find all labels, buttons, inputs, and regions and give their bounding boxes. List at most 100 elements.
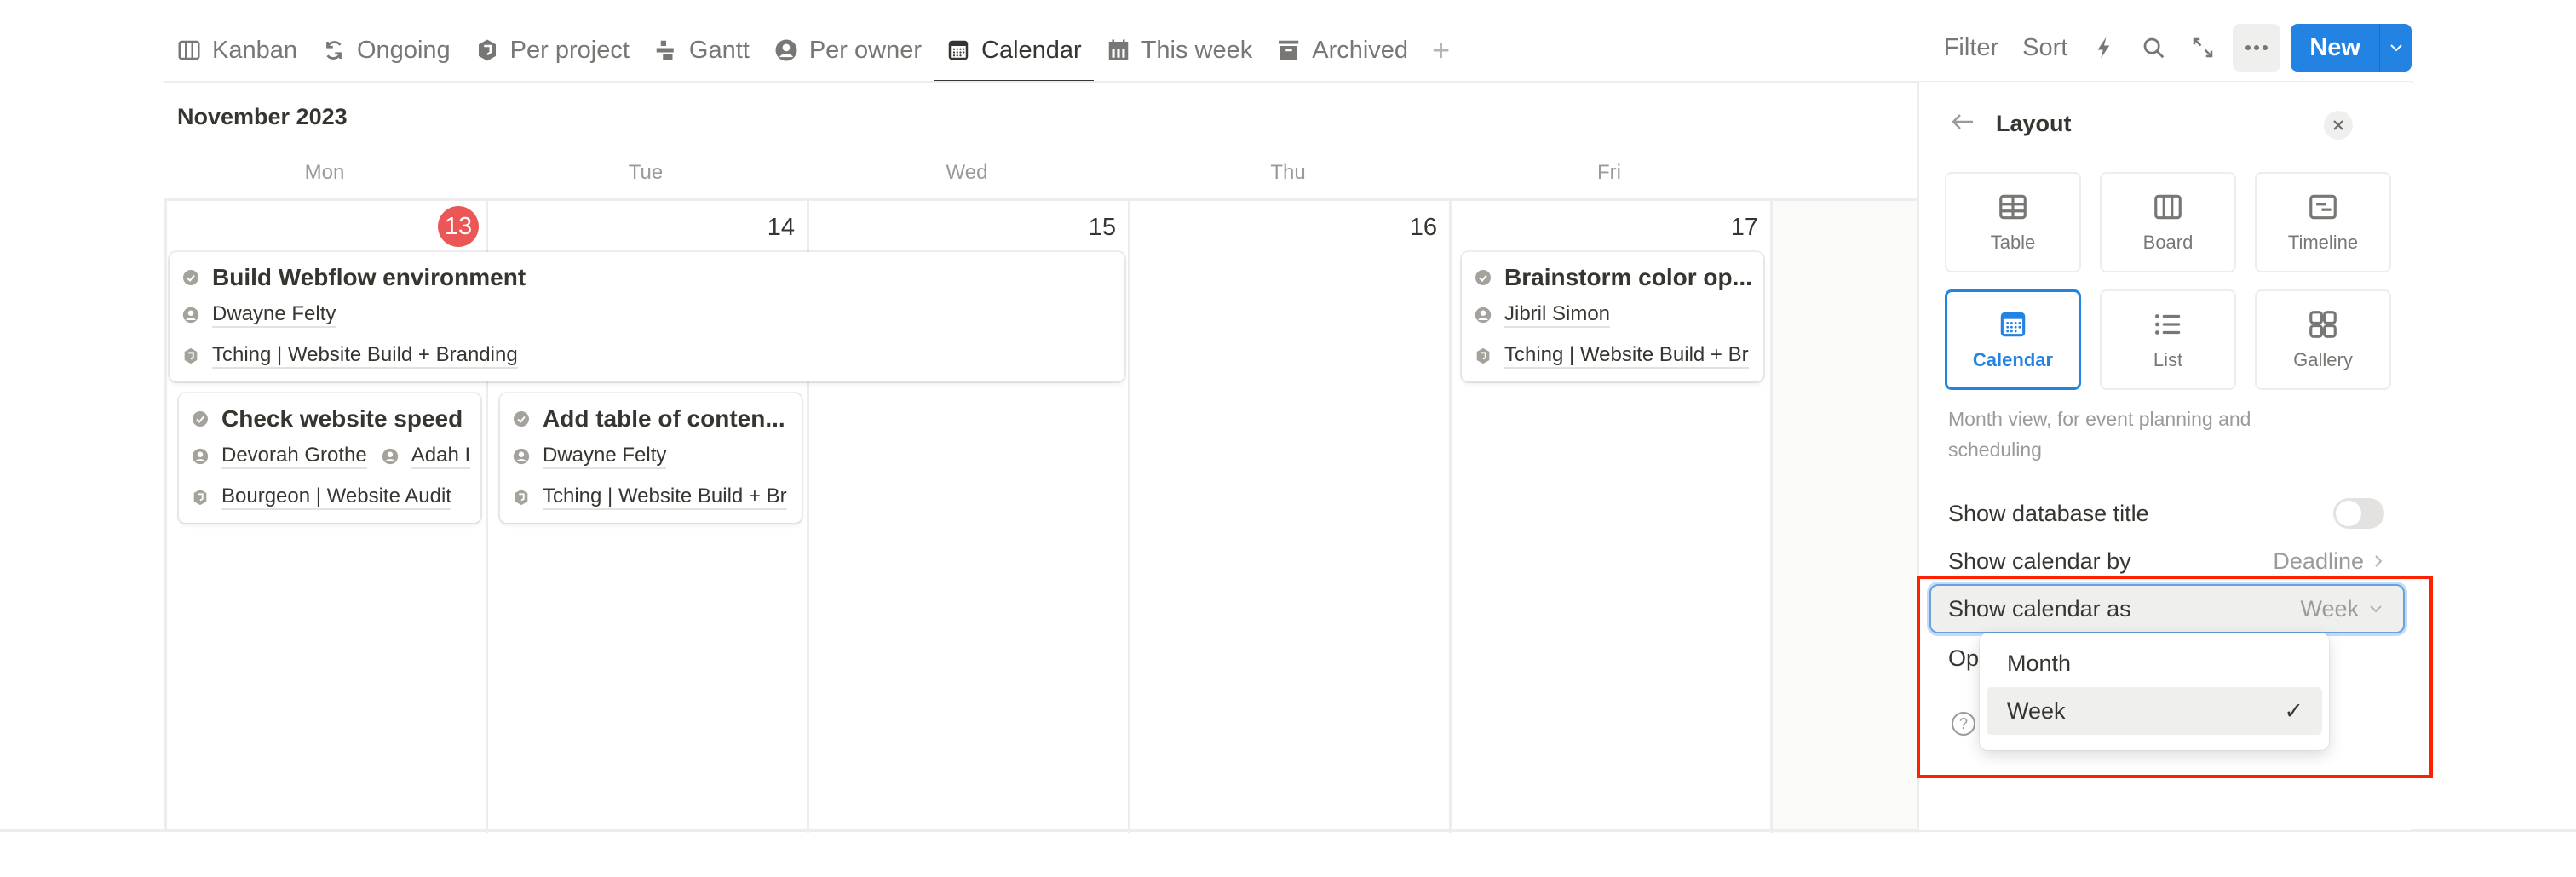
event-person[interactable]: Adah I: [411, 444, 471, 469]
person-icon: [192, 448, 209, 465]
event-project[interactable]: Tching | Website Build + Branding: [212, 343, 518, 369]
chevron-down-icon: [2370, 605, 2382, 613]
list-icon: [2154, 314, 2181, 335]
layout-description: Month view, for event planning and sched…: [1948, 408, 2251, 461]
tab-per-owner[interactable]: Per owner: [762, 19, 934, 82]
dropdown-option-week[interactable]: Week ✓: [1987, 687, 2322, 735]
event-project[interactable]: Tching | Website Build + Br: [1504, 343, 1749, 369]
lightning-icon[interactable]: [2084, 28, 2124, 67]
layout-label: List: [2153, 349, 2183, 370]
event-card[interactable]: Brainstorm color op... Jibril Simon Tchi…: [1462, 252, 1763, 381]
setting-label: Show calendar as: [1948, 595, 2131, 622]
weekday-label: Thu: [1270, 161, 1306, 184]
event-card[interactable]: Build Webflow environment Dwayne Felty T…: [170, 252, 1124, 381]
event-person[interactable]: Devorah Grothe: [221, 444, 367, 469]
event-card[interactable]: Add table of conten... Dwayne Felty Tchi…: [500, 393, 802, 523]
tab-label: This week: [1141, 36, 1253, 64]
timeline-icon: [653, 37, 679, 63]
event-title: Brainstorm color op...: [1504, 264, 1752, 290]
panel-header: Layout: [1950, 111, 2072, 137]
layout-option-calendar[interactable]: Calendar: [1945, 289, 2081, 390]
open-pages-row[interactable]: Op: [1948, 637, 1979, 679]
task-check-icon: [183, 270, 198, 285]
day-number: 14: [767, 214, 795, 241]
tab-archived[interactable]: Archived: [1264, 19, 1420, 82]
event-project[interactable]: Bourgeon | Website Audit: [221, 484, 451, 510]
tab-label: Calendar: [981, 36, 1082, 64]
layout-option-timeline[interactable]: Timeline: [2255, 172, 2391, 272]
table-icon: [1999, 194, 2027, 220]
tab-gantt[interactable]: Gantt: [641, 19, 762, 82]
setting-label: Show calendar by: [1948, 547, 2131, 574]
event-person[interactable]: Jibril Simon: [1504, 302, 1611, 328]
event-project[interactable]: Tching | Website Build + Br: [543, 484, 787, 510]
event-title: Build Webflow environment: [212, 264, 526, 290]
tab-this-week[interactable]: This week: [1094, 19, 1265, 82]
search-icon[interactable]: [2134, 28, 2173, 67]
close-icon[interactable]: [2324, 111, 2353, 140]
event-person[interactable]: Dwayne Felty: [212, 302, 336, 328]
layout-label: Gallery: [2293, 349, 2353, 370]
setting-value: Week: [2300, 595, 2359, 622]
expand-icon[interactable]: [2183, 28, 2222, 67]
show-database-title-row: Show database title: [1948, 492, 2384, 535]
tab-calendar[interactable]: Calendar: [934, 19, 1094, 83]
timeline-icon: [2309, 194, 2337, 220]
filter-button[interactable]: Filter: [1932, 34, 2010, 62]
event-card[interactable]: Check website speed Devorah Grothe Adah I…: [179, 393, 480, 523]
day-cell[interactable]: 16: [1130, 201, 1452, 833]
layout-option-board[interactable]: Board: [2100, 172, 2236, 272]
archive-icon: [1276, 37, 1302, 63]
project-icon: [474, 37, 500, 63]
calendar-icon: [2000, 312, 2026, 337]
task-check-icon: [193, 411, 208, 427]
chevron-down-icon[interactable]: [2379, 24, 2412, 72]
tab-kanban[interactable]: Kanban: [164, 19, 309, 82]
tab-label: Kanban: [212, 36, 297, 64]
task-check-icon: [1475, 270, 1491, 285]
layout-option-gallery[interactable]: Gallery: [2255, 289, 2391, 390]
add-view-button[interactable]: +: [1420, 19, 1462, 82]
event-person[interactable]: Dwayne Felty: [543, 444, 667, 469]
layout-label: Timeline: [2287, 232, 2359, 253]
day-number: 15: [1088, 214, 1116, 241]
gallery-icon: [2309, 311, 2337, 338]
show-calendar-by-row[interactable]: Show calendar by Deadline: [1948, 540, 2384, 582]
event-title: Check website speed: [221, 405, 463, 432]
checkmark-icon: ✓: [2284, 697, 2303, 724]
show-calendar-as-select[interactable]: Show calendar as Week: [1931, 586, 2403, 632]
layout-options: Table Board Timeline Calendar List Galle…: [1945, 172, 2391, 390]
dropdown-option-month[interactable]: Month: [1987, 639, 2322, 687]
notion-database-view: Kanban Ongoing Per project Gantt Per own…: [0, 0, 2576, 877]
month-title: November 2023: [177, 104, 348, 129]
weekday-header: Mon Tue Wed Thu Fri: [164, 158, 1932, 199]
back-arrow-icon[interactable]: [1950, 112, 1975, 136]
new-button[interactable]: New: [2291, 24, 2379, 72]
calendar-view-dropdown: Month Week ✓: [1980, 633, 2329, 750]
more-icon[interactable]: [2233, 24, 2281, 72]
calendar-icon: [946, 37, 971, 63]
person-icon: [513, 448, 530, 465]
panel-title: Layout: [1996, 111, 2072, 136]
view-tabs: Kanban Ongoing Per project Gantt Per own…: [164, 19, 1462, 83]
sort-button[interactable]: Sort: [2010, 34, 2079, 62]
help-icon[interactable]: ?: [1952, 712, 1975, 736]
tab-ongoing[interactable]: Ongoing: [309, 19, 463, 82]
weekend-cell: [1773, 201, 1922, 833]
calendar-week-icon: [1106, 37, 1131, 63]
option-label: Month: [2007, 650, 2072, 676]
project-icon: [184, 347, 198, 364]
tab-label: Gantt: [688, 36, 750, 64]
show-database-title-toggle[interactable]: [2333, 498, 2384, 529]
day-number: 17: [1730, 214, 1758, 241]
tab-label: Per project: [509, 36, 630, 64]
layout-option-table[interactable]: Table: [1945, 172, 2081, 272]
tab-per-project[interactable]: Per project: [463, 19, 641, 82]
project-icon: [515, 489, 528, 506]
layout-option-list[interactable]: List: [2100, 289, 2236, 390]
person-icon: [382, 448, 398, 465]
toolbar: Filter Sort New: [1932, 24, 2412, 72]
layout-label: Board: [2142, 232, 2194, 253]
calendar-week-grid: 13 14 15 16 17 Build Webflow environment…: [164, 198, 1922, 833]
refresh-icon: [321, 37, 347, 63]
